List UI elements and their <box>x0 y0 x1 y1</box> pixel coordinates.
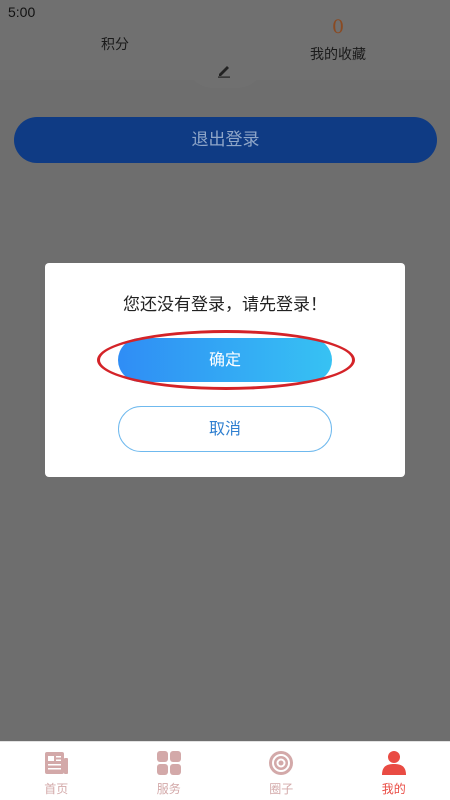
tab-label-services: 服务 <box>156 782 181 796</box>
favorites-count[interactable]: 0 <box>283 16 393 38</box>
tab-services[interactable]: 服务 <box>113 742 226 800</box>
edit-icon[interactable] <box>216 62 232 78</box>
cancel-button[interactable]: 取消 <box>118 406 332 452</box>
tab-home[interactable]: 首页 <box>0 742 113 800</box>
grid-icon <box>156 751 181 775</box>
logout-button[interactable]: 退出登录 <box>14 117 437 163</box>
confirm-button[interactable]: 确定 <box>118 338 332 382</box>
tab-label-mine: 我的 <box>381 782 406 796</box>
circle-icon <box>269 751 294 775</box>
person-icon <box>381 751 406 775</box>
favorites-label[interactable]: 我的收藏 <box>283 44 393 64</box>
points-label[interactable]: 积分 <box>60 34 170 54</box>
bottom-tab-bar: 首页 服务 圈子 我的 <box>0 741 450 800</box>
tab-label-community: 圈子 <box>269 782 294 796</box>
tab-community[interactable]: 圈子 <box>225 742 338 800</box>
login-required-dialog: 您还没有登录，请先登录！ 确定 取消 <box>45 263 405 477</box>
dialog-message: 您还没有登录，请先登录！ <box>123 295 327 315</box>
news-icon <box>45 752 69 774</box>
tab-mine[interactable]: 我的 <box>338 742 450 800</box>
tab-label-home: 首页 <box>44 782 69 796</box>
